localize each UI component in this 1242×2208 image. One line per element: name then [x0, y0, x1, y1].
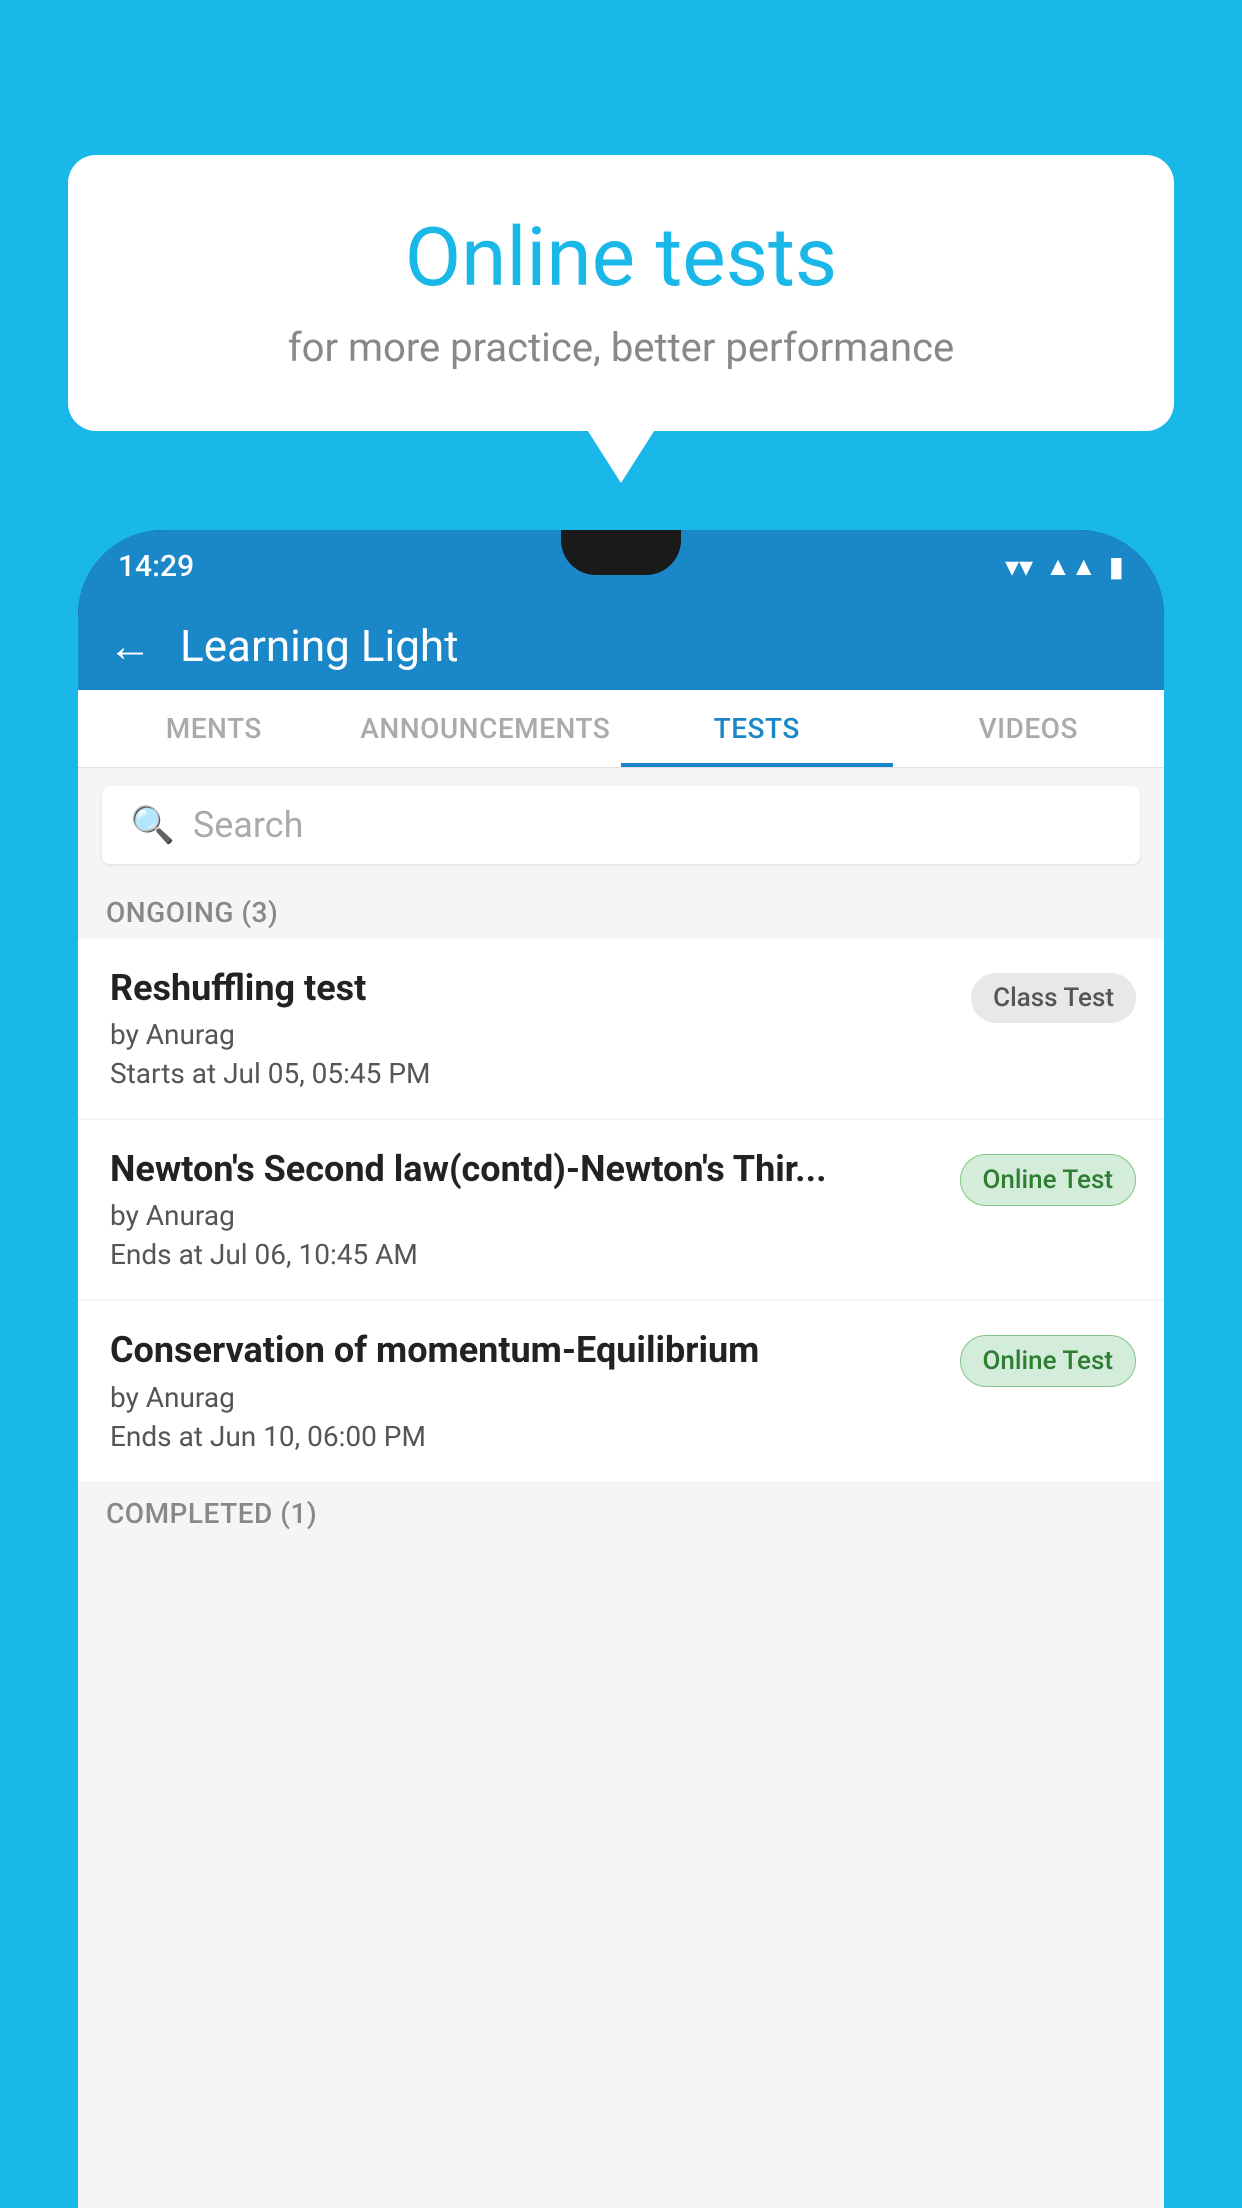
test-badge-class: Class Test	[971, 973, 1136, 1023]
phone-notch	[561, 530, 681, 575]
app-title: Learning Light	[180, 620, 459, 672]
test-item-info: Newton's Second law(contd)-Newton's Thir…	[110, 1148, 940, 1271]
test-date: Ends at Jul 06, 10:45 AM	[110, 1238, 940, 1271]
phone-frame: 14:29 ▾▾ ▲▲ ▮ ← Learning Light MENTS ANN…	[78, 530, 1164, 2208]
back-button[interactable]: ←	[108, 620, 152, 672]
test-badge-online: Online Test	[960, 1154, 1137, 1206]
tab-tests[interactable]: TESTS	[621, 690, 893, 767]
wifi-icon: ▾▾	[1005, 550, 1033, 583]
tab-videos[interactable]: VIDEOS	[893, 690, 1165, 767]
test-date: Ends at Jun 10, 06:00 PM	[110, 1420, 940, 1453]
tabs-bar: MENTS ANNOUNCEMENTS TESTS VIDEOS	[78, 690, 1164, 768]
test-author: by Anurag	[110, 1199, 940, 1232]
test-author: by Anurag	[110, 1018, 951, 1051]
search-bar[interactable]: 🔍 Search	[102, 786, 1140, 864]
battery-icon: ▮	[1109, 550, 1124, 583]
test-item-info: Conservation of momentum-Equilibrium by …	[110, 1329, 940, 1452]
tab-ments[interactable]: MENTS	[78, 690, 350, 767]
bubble-title: Online tests	[128, 210, 1114, 306]
test-item-info: Reshuffling test by Anurag Starts at Jul…	[110, 967, 951, 1090]
status-icons: ▾▾ ▲▲ ▮	[1005, 550, 1124, 583]
phone-content: 🔍 Search ONGOING (3) Reshuffling test by…	[78, 768, 1164, 2208]
tab-announcements[interactable]: ANNOUNCEMENTS	[350, 690, 622, 767]
bubble-subtitle: for more practice, better performance	[128, 324, 1114, 371]
speech-bubble: Online tests for more practice, better p…	[68, 155, 1174, 431]
signal-icon: ▲▲	[1045, 551, 1096, 582]
app-header: ← Learning Light	[78, 602, 1164, 690]
test-name: Reshuffling test	[110, 967, 951, 1010]
test-item[interactable]: Reshuffling test by Anurag Starts at Jul…	[78, 939, 1164, 1118]
completed-section-header: COMPLETED (1)	[78, 1483, 1164, 1540]
status-bar: 14:29 ▾▾ ▲▲ ▮	[78, 530, 1164, 602]
test-author: by Anurag	[110, 1381, 940, 1414]
search-input[interactable]: Search	[193, 804, 304, 846]
test-item[interactable]: Conservation of momentum-Equilibrium by …	[78, 1301, 1164, 1480]
test-item[interactable]: Newton's Second law(contd)-Newton's Thir…	[78, 1120, 1164, 1299]
ongoing-section-header: ONGOING (3)	[78, 882, 1164, 939]
status-time: 14:29	[118, 549, 194, 584]
test-badge-online-2: Online Test	[960, 1335, 1137, 1387]
test-date: Starts at Jul 05, 05:45 PM	[110, 1057, 951, 1090]
search-icon: 🔍	[130, 804, 175, 846]
test-name: Conservation of momentum-Equilibrium	[110, 1329, 940, 1372]
test-name: Newton's Second law(contd)-Newton's Thir…	[110, 1148, 940, 1191]
